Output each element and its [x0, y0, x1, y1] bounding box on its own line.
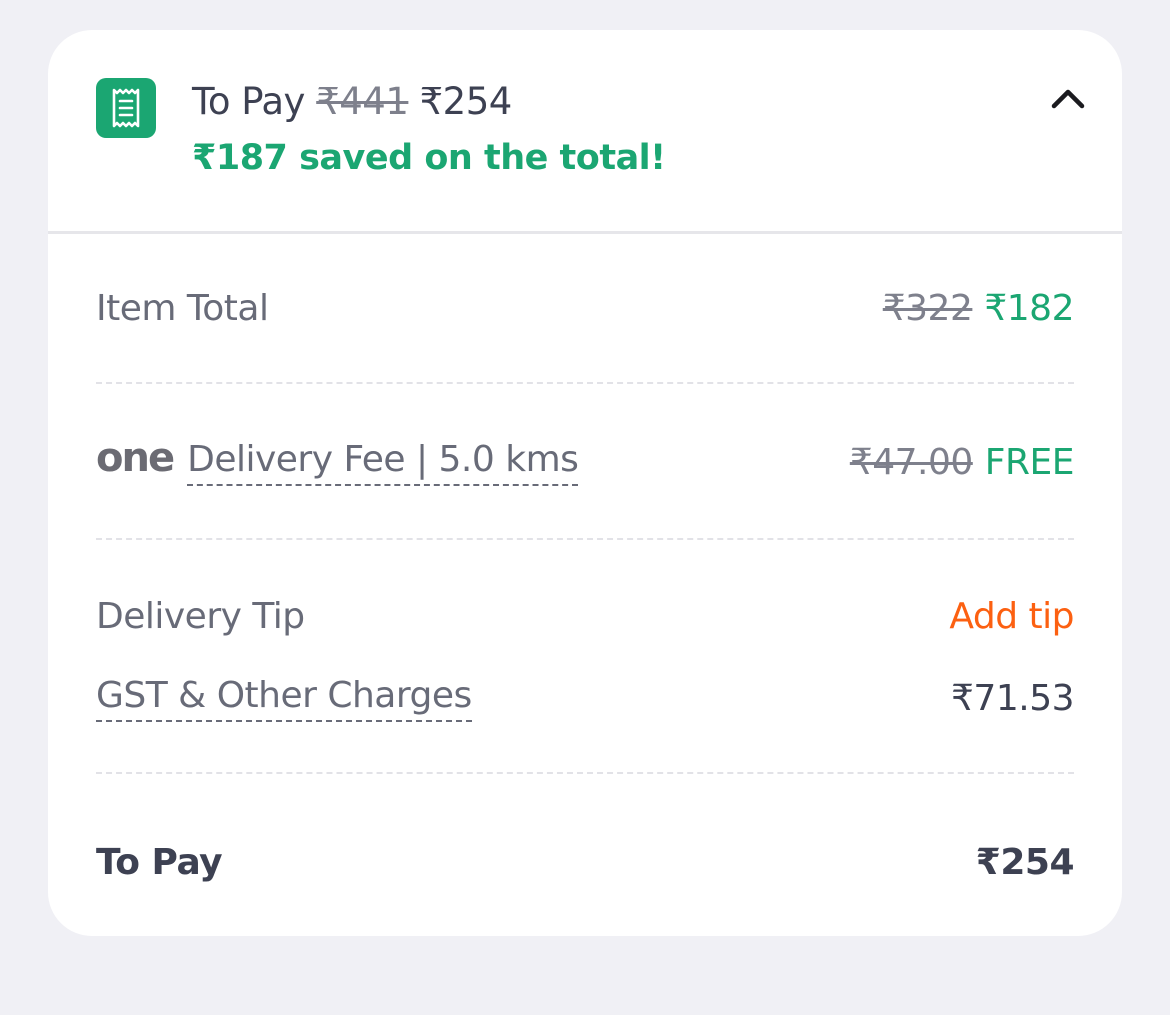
gst-value: ₹71.53: [951, 677, 1074, 719]
divider: [96, 538, 1074, 540]
delivery-tip-label: Delivery Tip: [96, 595, 305, 637]
to-pay-heading: To Pay ₹441 ₹254: [192, 80, 512, 123]
original-total: ₹441: [316, 80, 409, 123]
delivery-fee-original: ₹47.00: [849, 441, 973, 483]
item-total-label: Item Total: [96, 287, 269, 329]
item-total-row: Item Total ₹322 ₹182: [96, 286, 1074, 330]
add-tip-button[interactable]: Add tip: [949, 596, 1074, 637]
to-pay-total-label: To Pay: [96, 841, 223, 883]
receipt-icon: [96, 78, 156, 138]
chevron-up-icon[interactable]: [1044, 78, 1092, 118]
divider: [96, 772, 1074, 774]
final-total: ₹254: [419, 80, 513, 123]
to-pay-total-value: ₹254: [975, 841, 1075, 883]
to-pay-label: To Pay: [192, 80, 305, 123]
item-total-value: ₹182: [984, 287, 1074, 329]
delivery-fee-label[interactable]: Delivery Fee | 5.0 kms: [187, 439, 579, 486]
bill-details-card: To Pay ₹441 ₹254 ₹187 saved on the total…: [48, 30, 1122, 936]
delivery-fee-row: one Delivery Fee | 5.0 kms ₹47.00 FREE: [96, 435, 1075, 488]
gst-label[interactable]: GST & Other Charges: [96, 675, 472, 722]
delivery-fee-value: FREE: [984, 441, 1075, 483]
bill-summary-header[interactable]: To Pay ₹441 ₹254 ₹187 saved on the total…: [48, 30, 1122, 234]
gst-row: GST & Other Charges ₹71.53: [96, 672, 1074, 724]
divider: [96, 382, 1074, 384]
savings-text: ₹187 saved on the total!: [192, 138, 666, 178]
item-total-original: ₹322: [882, 287, 973, 329]
to-pay-row: To Pay ₹254: [96, 840, 1075, 884]
delivery-tip-row: Delivery Tip Add tip: [96, 594, 1074, 638]
one-membership-logo: one: [96, 435, 175, 481]
